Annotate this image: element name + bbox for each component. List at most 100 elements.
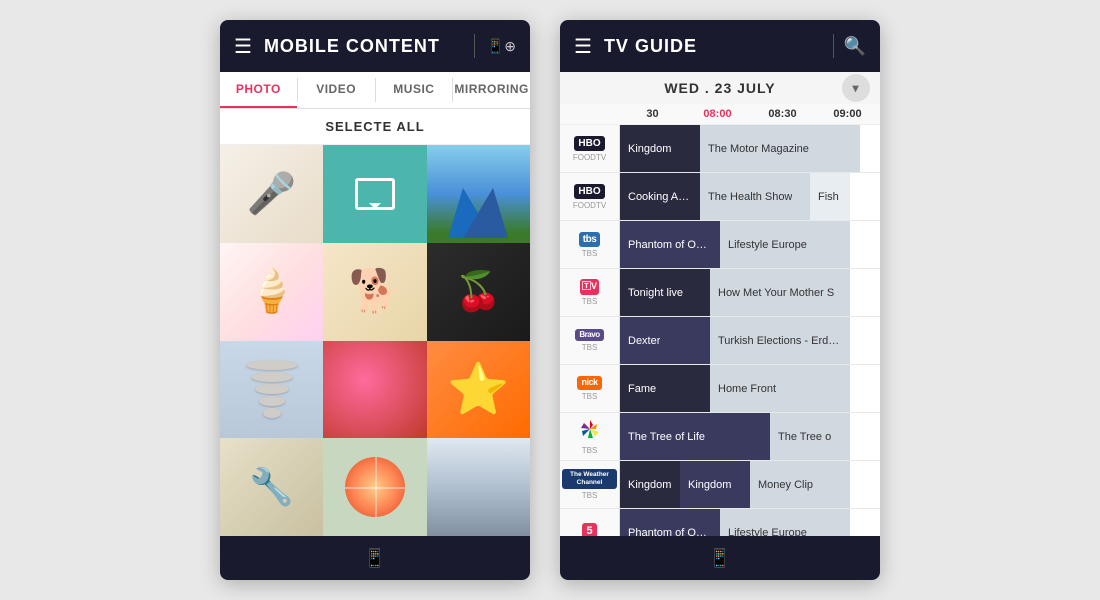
grapefruit-inner (345, 457, 405, 517)
stone-5 (263, 408, 281, 418)
channel-nbc[interactable]: TBS (560, 413, 620, 460)
program-fame[interactable]: Fame (620, 365, 710, 412)
channel-hbo2[interactable]: HBO FOODTV (560, 173, 620, 220)
program-money-clip[interactable]: Money Clip (750, 461, 850, 508)
nbc-programs: The Tree of Life The Tree o (620, 413, 880, 460)
header-icons: 📱⊕ (474, 34, 516, 58)
program-title: How Met Your Mother S (718, 287, 834, 299)
channel-ch5[interactable]: 5 (560, 509, 620, 536)
channel-weather[interactable]: The Weather Channel TBS (560, 461, 620, 508)
nbc-sub: TBS (582, 446, 598, 455)
program-home-front[interactable]: Home Front (710, 365, 850, 412)
stone-3 (255, 384, 289, 394)
photo-cell-stones[interactable] (220, 341, 323, 439)
tab-mirroring[interactable]: MIRRORING (453, 72, 530, 108)
channel-tv9[interactable]: 🅃V TBS (560, 269, 620, 316)
tab-video[interactable]: VIDEO (298, 72, 375, 108)
hbo2-logo: HBO (574, 184, 604, 199)
bottom-phone-icon[interactable]: 📱 (364, 548, 386, 569)
search-icon[interactable]: 🔍 (844, 36, 866, 57)
guide-row-hbo2: HBO FOODTV Cooking Abroad The Health Sho… (560, 173, 880, 221)
nick-sub: TBS (582, 392, 598, 401)
time-slot-0900: 09:00 (815, 108, 880, 120)
program-phantom-opera-2[interactable]: Phantom of Opera (620, 509, 720, 536)
tv-header: ☰ TV GUIDE 🔍 (560, 20, 880, 72)
photo-cell-cherries[interactable]: 🍒 (427, 243, 530, 341)
program-title: The Motor Magazine (708, 143, 809, 155)
nbc-logo (579, 418, 601, 443)
photo-cell-starfish[interactable]: ⭐ (427, 341, 530, 439)
program-kingdom-1[interactable]: Kingdom (620, 125, 700, 172)
photo-cell-bridge[interactable] (427, 438, 530, 536)
photo-cell-balloon[interactable] (323, 341, 426, 439)
program-title: Money Clip (758, 479, 813, 491)
channel-tbs1[interactable]: tbs TBS (560, 221, 620, 268)
program-kingdom-w1[interactable]: Kingdom (620, 461, 680, 508)
tab-music[interactable]: MUSIC (376, 72, 453, 108)
program-title: Kingdom (688, 479, 731, 491)
hbo1-sub: FOODTV (573, 153, 606, 162)
select-all-bar[interactable]: SELECTE ALL (220, 109, 530, 145)
program-kingdom-w2[interactable]: Kingdom (680, 461, 750, 508)
program-health-show[interactable]: The Health Show (700, 173, 810, 220)
program-lifestyle-europe-2[interactable]: Lifestyle Europe (720, 509, 850, 536)
hbo1-programs: Kingdom The Motor Magazine (620, 125, 880, 172)
photo-cell-tools[interactable]: 🔧 (220, 438, 323, 536)
nick-programs: Fame Home Front (620, 365, 880, 412)
tv-hamburger-icon[interactable]: ☰ (574, 34, 592, 59)
program-motor-magazine[interactable]: The Motor Magazine (700, 125, 860, 172)
program-tonight-live[interactable]: Tonight live (620, 269, 710, 316)
photo-tabs: PHOTO VIDEO MUSIC MIRRORING (220, 72, 530, 109)
ch5-logo: 5 (582, 523, 596, 536)
program-title: Phantom of Opera (628, 239, 712, 251)
program-lifestyle-europe-1[interactable]: Lifestyle Europe (720, 221, 850, 268)
program-fish[interactable]: Fish (810, 173, 850, 220)
phone-cast-icon[interactable]: 📱⊕ (487, 38, 516, 55)
hbo2-sub: FOODTV (573, 201, 606, 210)
tv-bottom-icon[interactable]: 📱 (709, 548, 731, 569)
program-title: Phantom of Opera (628, 527, 712, 537)
program-tree-of-life[interactable]: The Tree of Life (620, 413, 770, 460)
date-dropdown-arrow[interactable]: ▾ (842, 74, 870, 102)
program-phantom-opera-1[interactable]: Phantom of Opera (620, 221, 720, 268)
photo-cell-selected[interactable] (323, 145, 426, 243)
hbo2-programs: Cooking Abroad The Health Show Fish (620, 173, 880, 220)
guide-row-tbs1: tbs TBS Phantom of Opera Lifestyle Europ… (560, 221, 880, 269)
program-dexter[interactable]: Dexter (620, 317, 710, 364)
photo-cell-tent[interactable] (427, 145, 530, 243)
weather-logo: The Weather Channel (562, 469, 617, 489)
guide-row-hbo1: HBO FOODTV Kingdom The Motor Magazine (560, 125, 880, 173)
program-title: Fish (818, 191, 839, 203)
tent-shape (448, 188, 508, 238)
tab-photo[interactable]: PHOTO (220, 72, 297, 108)
program-tree-of-life-2[interactable]: The Tree o (770, 413, 850, 460)
channel-hbo1[interactable]: HBO FOODTV (560, 125, 620, 172)
photo-cell-icecream[interactable]: 🍦 (220, 243, 323, 341)
channel-nick[interactable]: nick TBS (560, 365, 620, 412)
guide-row-ch5: 5 Phantom of Opera Lifestyle Europe (560, 509, 880, 536)
program-title: Home Front (718, 383, 776, 395)
selection-frame (355, 178, 395, 210)
program-title: The Health Show (708, 191, 792, 203)
photo-cell-dog[interactable]: 🐕 (323, 243, 426, 341)
program-title: Turkish Elections - Erdogan P (718, 335, 842, 347)
photo-cell-grapefruit[interactable] (323, 438, 426, 536)
hamburger-icon[interactable]: ☰ (234, 34, 252, 59)
stone-2 (251, 372, 293, 382)
program-how-met[interactable]: How Met Your Mother S (710, 269, 850, 316)
channel-bravo[interactable]: Bravo TBS (560, 317, 620, 364)
program-cooking-abroad[interactable]: Cooking Abroad (620, 173, 700, 220)
hbo1-logo: HBO (574, 136, 604, 151)
bravo-logo: Bravo (575, 329, 603, 342)
guide-row-nbc: TBS The Tree of Life The Tree o (560, 413, 880, 461)
photo-cell-microphone[interactable] (220, 145, 323, 243)
program-turkish-elections[interactable]: Turkish Elections - Erdogan P (710, 317, 850, 364)
mobile-bottom-nav: 📱 (220, 536, 530, 580)
time-header: 30 08:00 08:30 09:00 (560, 104, 880, 125)
tbs1-sub: TBS (582, 249, 598, 258)
program-title: Cooking Abroad (628, 191, 692, 203)
program-title: Lifestyle Europe (728, 527, 807, 537)
tbs1-programs: Phantom of Opera Lifestyle Europe (620, 221, 880, 268)
tbs1-logo: tbs (579, 232, 601, 247)
photo-grid: 🍦 🐕 🍒 ⭐ 🔧 (220, 145, 530, 536)
